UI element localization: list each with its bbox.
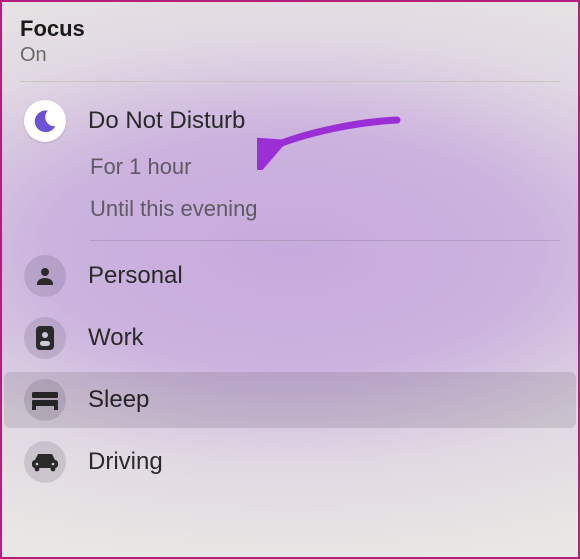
focus-panel: Focus On Do Not Disturb For 1 hour Until…	[2, 2, 578, 493]
dnd-option-1hour[interactable]: For 1 hour	[90, 146, 560, 188]
bed-icon	[24, 379, 66, 421]
focus-row-sleep[interactable]: Sleep	[20, 369, 560, 431]
person-icon	[24, 255, 66, 297]
focus-status: On	[20, 44, 560, 67]
focus-row-label: Work	[88, 324, 144, 352]
panel-header: Focus On	[20, 16, 560, 67]
divider	[90, 240, 560, 241]
focus-row-driving[interactable]: Driving	[20, 431, 560, 493]
focus-row-label: Do Not Disturb	[88, 107, 245, 135]
moon-icon	[24, 100, 66, 142]
focus-row-label: Sleep	[88, 386, 149, 414]
focus-row-personal[interactable]: Personal	[20, 245, 560, 307]
page-title: Focus	[20, 16, 560, 42]
dnd-duration-options: For 1 hour Until this evening	[20, 146, 560, 230]
car-icon	[24, 441, 66, 483]
focus-row-work[interactable]: Work	[20, 307, 560, 369]
dnd-option-evening[interactable]: Until this evening	[90, 188, 560, 230]
focus-row-label: Personal	[88, 262, 183, 290]
badge-icon	[24, 317, 66, 359]
focus-row-label: Driving	[88, 448, 163, 476]
focus-row-do-not-disturb[interactable]: Do Not Disturb	[20, 82, 560, 146]
